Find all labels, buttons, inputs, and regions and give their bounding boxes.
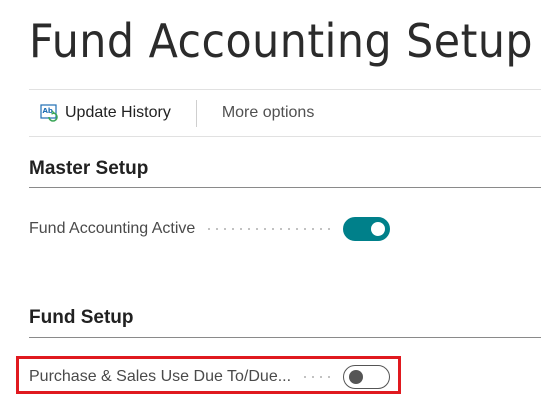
highlight-box [16, 356, 401, 394]
more-options-button[interactable]: More options [222, 104, 315, 122]
action-separator [195, 99, 197, 127]
page-title: Fund Accounting Setup [29, 14, 534, 68]
title-divider [29, 89, 541, 90]
field-label: Fund Accounting Active [29, 220, 196, 237]
action-bar-divider [29, 136, 541, 137]
action-bar: Ab Update History More options [40, 99, 314, 127]
update-history-button[interactable]: Ab Update History [40, 103, 171, 123]
fund-accounting-active-toggle[interactable] [343, 217, 390, 241]
update-history-label: Update History [65, 104, 171, 121]
toggle-knob [371, 222, 385, 236]
svg-text:Ab: Ab [43, 107, 53, 115]
section-title-master-setup[interactable]: Master Setup [29, 158, 148, 180]
field-leader-dots [205, 228, 333, 230]
field-fund-accounting-active: Fund Accounting Active [29, 214, 390, 244]
section-divider [29, 337, 541, 338]
section-title-fund-setup[interactable]: Fund Setup [29, 307, 133, 329]
section-divider [29, 187, 541, 188]
update-history-icon: Ab [40, 103, 60, 123]
